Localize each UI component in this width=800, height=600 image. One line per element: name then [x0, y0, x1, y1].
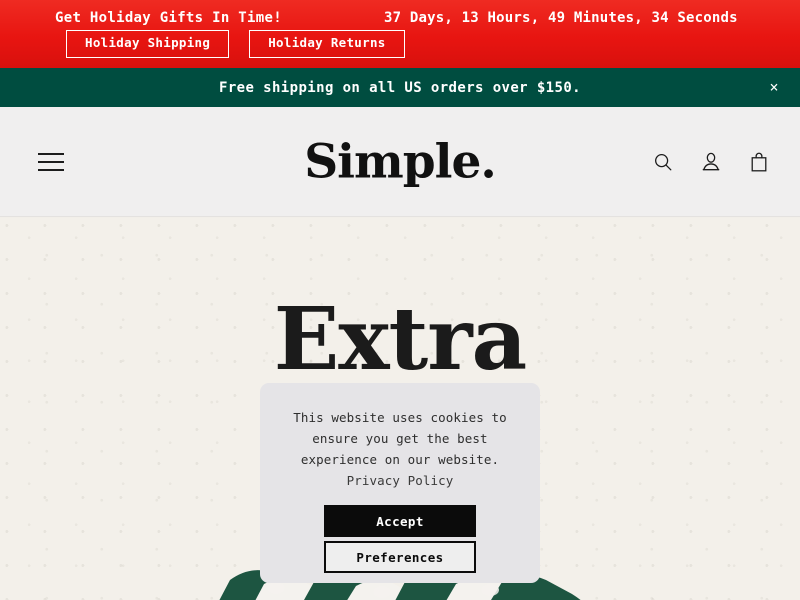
accept-cookies-button[interactable]: Accept [324, 505, 476, 537]
hamburger-icon[interactable] [38, 152, 64, 171]
promo-countdown-timer: 37 Days, 13 Hours, 49 Minutes, 34 Second… [384, 10, 738, 26]
cookie-consent-message: This website uses cookies to ensure you … [293, 410, 507, 467]
promo-top-row: Get Holiday Gifts In Time! 37 Days, 13 H… [0, 10, 800, 32]
hamburger-bar-1 [38, 152, 64, 155]
holiday-promo-bar: Get Holiday Gifts In Time! 37 Days, 13 H… [0, 0, 800, 68]
hamburger-bar-2 [38, 160, 64, 163]
free-shipping-message: Free shipping on all US orders over $150… [219, 79, 581, 96]
promo-headline: Get Holiday Gifts In Time! [55, 10, 282, 26]
promo-button-group: Holiday Shipping Holiday Returns [66, 30, 405, 58]
site-logo[interactable]: Simple. [304, 138, 497, 185]
holiday-returns-button[interactable]: Holiday Returns [249, 30, 405, 58]
cookie-button-group: Accept Preferences [278, 505, 522, 573]
cookie-preferences-button[interactable]: Preferences [324, 541, 476, 573]
site-header: Simple. [0, 107, 800, 217]
close-icon[interactable]: × [762, 76, 786, 100]
holiday-shipping-button[interactable]: Holiday Shipping [66, 30, 230, 58]
privacy-policy-link[interactable]: Privacy Policy [347, 473, 454, 488]
account-icon[interactable] [698, 149, 724, 175]
hamburger-bar-3 [38, 168, 64, 171]
cart-icon[interactable] [746, 149, 772, 175]
free-shipping-announcement-bar: Free shipping on all US orders over $150… [0, 68, 800, 107]
search-icon[interactable] [650, 149, 676, 175]
header-icon-group [650, 149, 772, 175]
cookie-consent-dialog: This website uses cookies to ensure you … [260, 383, 540, 583]
